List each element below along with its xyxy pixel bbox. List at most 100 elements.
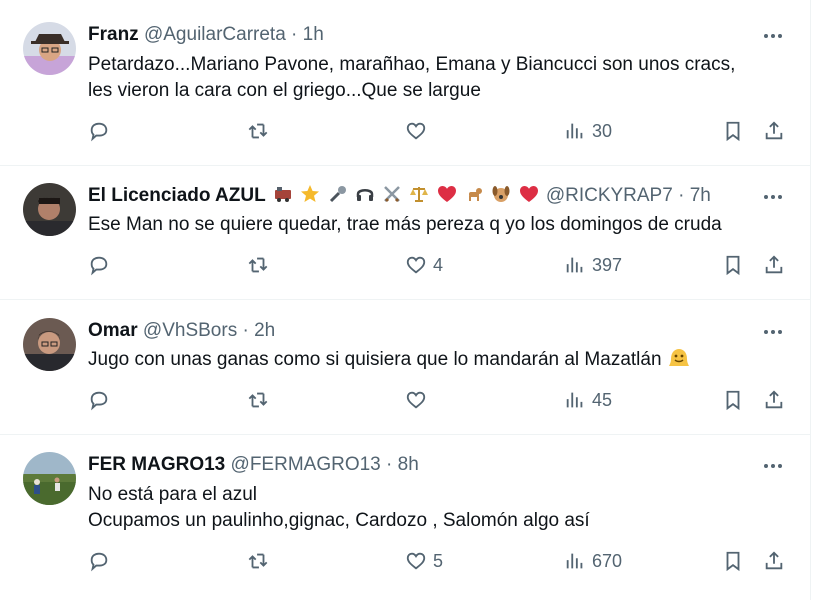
user-handle[interactable]: @RICKYRAP7 [546, 185, 673, 206]
bookmark-button[interactable] [722, 550, 744, 572]
timestamp[interactable]: 1h [303, 24, 324, 45]
timestamp[interactable]: 7h [690, 185, 711, 206]
bookmark-button[interactable] [722, 120, 744, 142]
bookmark-icon [726, 551, 740, 572]
views-chart-icon [566, 392, 583, 408]
tweet-text-line: les vieron la cara con el griego...Que s… [88, 80, 481, 101]
tweet-text-line: Petardazo...Mariano Pavone, marañhao, Em… [88, 54, 736, 75]
like-count: 4 [433, 254, 444, 275]
like-button[interactable] [405, 389, 433, 411]
more-options-icon[interactable] [761, 185, 785, 209]
share-button[interactable] [763, 550, 785, 572]
tweet-text-line: Jugo con unas ganas como si quisiera que… [88, 349, 662, 370]
tweet-header: FER MAGRO13 @FERMAGRO13 · 8h [88, 453, 419, 477]
reply-button[interactable] [88, 550, 110, 572]
tweet-text-line: No está para el azul [88, 484, 257, 505]
like-button[interactable] [405, 120, 433, 142]
tweet[interactable]: FER MAGRO13 @FERMAGRO13 · 8h No está par… [0, 434, 810, 600]
tweet-header: Franz @AguilarCarreta · 1h [88, 23, 324, 47]
retweet-button[interactable] [247, 120, 269, 142]
name-emojis [273, 184, 541, 211]
tweet-text: Ese Man no se quiere quedar, trae más pe… [88, 212, 722, 238]
like-button[interactable]: 4 [405, 254, 443, 276]
display-name[interactable]: Omar [88, 320, 138, 341]
share-button[interactable] [763, 254, 785, 276]
tweet[interactable]: El Licenciado AZUL @RICKYRAP7 · 7h Ese M… [0, 165, 810, 300]
share-button[interactable] [763, 389, 785, 411]
retweet-icon [248, 392, 268, 408]
avatar[interactable] [23, 22, 76, 75]
avatar[interactable] [23, 183, 76, 236]
dog-face-emoji [491, 184, 512, 204]
views-button[interactable]: 30 [564, 120, 612, 142]
microphone-emoji [328, 184, 349, 204]
heart-icon [406, 122, 426, 140]
like-button[interactable]: 5 [405, 550, 443, 572]
timestamp[interactable]: 8h [398, 454, 419, 475]
heart-icon [406, 256, 426, 274]
user-handle[interactable]: @AguilarCarreta [144, 24, 286, 45]
retweet-icon [248, 553, 268, 569]
bookmark-button[interactable] [722, 254, 744, 276]
views-count: 45 [592, 389, 613, 410]
more-options-icon[interactable] [761, 320, 785, 344]
tweet-header: El Licenciado AZUL @RICKYRAP7 · 7h [88, 184, 711, 211]
tweet-text: No está para el azul Ocupamos un paulinh… [88, 482, 590, 534]
views-chart-icon [566, 257, 583, 273]
crossed-swords-emoji [382, 184, 403, 204]
bookmark-icon [726, 255, 740, 276]
avatar[interactable] [23, 318, 76, 371]
dog-emoji [464, 184, 485, 204]
separator-dot: · [291, 24, 298, 45]
heart-emoji [437, 184, 458, 204]
views-button[interactable]: 45 [564, 389, 612, 411]
bookmark-button[interactable] [722, 389, 744, 411]
headphones-emoji [355, 184, 376, 204]
retweet-button[interactable] [247, 550, 269, 572]
display-name[interactable]: FER MAGRO13 [88, 454, 225, 475]
separator-dot: · [242, 320, 249, 341]
tweet-actions: 30 [0, 120, 810, 150]
user-handle[interactable]: @FERMAGRO13 [231, 454, 381, 475]
reply-icon [90, 256, 108, 276]
views-chart-icon [566, 553, 583, 569]
share-button[interactable] [763, 120, 785, 142]
heart-emoji [519, 184, 540, 204]
tweet-feed: Franz @AguilarCarreta · 1h Petardazo...M… [0, 0, 811, 600]
share-icon [765, 551, 783, 570]
views-button[interactable]: 670 [564, 550, 622, 572]
user-handle[interactable]: @VhSBors [143, 320, 237, 341]
reply-button[interactable] [88, 254, 110, 276]
tweet-actions: 45 [0, 389, 810, 419]
retweet-icon [248, 123, 268, 139]
views-chart-icon [566, 123, 583, 139]
heart-icon [406, 391, 426, 409]
more-options-icon[interactable] [761, 454, 785, 478]
views-count: 670 [592, 550, 623, 571]
tweet-header: Omar @VhSBors · 2h [88, 319, 275, 343]
display-name[interactable]: Franz [88, 24, 139, 45]
avatar[interactable] [23, 452, 76, 505]
views-count: 397 [592, 254, 623, 275]
retweet-button[interactable] [247, 389, 269, 411]
scales-emoji [409, 184, 430, 204]
tweet-text: Petardazo...Mariano Pavone, marañhao, Em… [88, 52, 735, 104]
retweet-icon [248, 257, 268, 273]
share-icon [765, 390, 783, 409]
reply-button[interactable] [88, 120, 110, 142]
timestamp[interactable]: 2h [254, 320, 275, 341]
reply-button[interactable] [88, 389, 110, 411]
heart-icon [406, 552, 426, 570]
melting-face-emoji [668, 347, 690, 369]
bookmark-icon [726, 390, 740, 411]
tweet[interactable]: Franz @AguilarCarreta · 1h Petardazo...M… [0, 0, 810, 166]
display-name[interactable]: El Licenciado AZUL [88, 185, 266, 206]
share-icon [765, 121, 783, 140]
tweet-actions: 4 397 [0, 254, 810, 284]
more-options-icon[interactable] [761, 24, 785, 48]
tweet[interactable]: Omar @VhSBors · 2h Jugo con unas ganas c… [0, 299, 810, 435]
tweet-text-line: Ocupamos un paulinho,gignac, Cardozo , S… [88, 510, 590, 531]
retweet-button[interactable] [247, 254, 269, 276]
views-button[interactable]: 397 [564, 254, 622, 276]
views-count: 30 [592, 120, 613, 141]
